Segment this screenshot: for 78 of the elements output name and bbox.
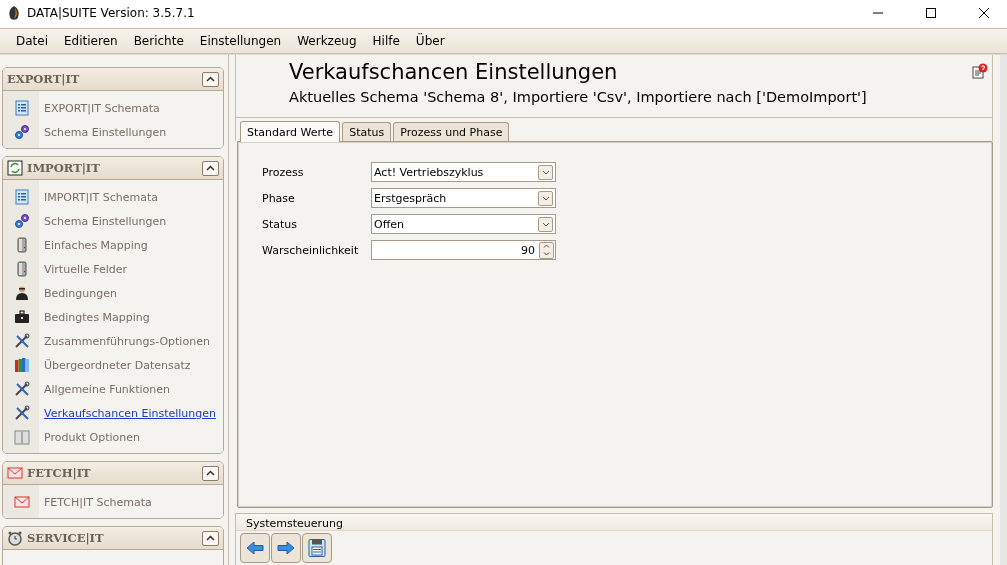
forward-button[interactable] xyxy=(271,533,301,563)
menu-item[interactable]: Über xyxy=(407,34,453,48)
sidebar-item[interactable]: EXPORT|IT Schemata xyxy=(44,101,160,115)
dropdown-field[interactable]: Erstgespräch xyxy=(371,188,556,208)
collapse-button[interactable] xyxy=(202,465,219,481)
box-icon xyxy=(14,429,30,445)
person-icon xyxy=(14,285,30,301)
server-icon xyxy=(14,237,30,253)
sidebar-item[interactable]: Virtuelle Felder xyxy=(44,262,128,276)
sync-icon xyxy=(7,160,23,176)
tools-icon xyxy=(14,333,30,349)
caret-icon xyxy=(541,169,550,175)
chevron-icon xyxy=(206,165,215,171)
caret-icon xyxy=(541,221,550,227)
sidebar-item[interactable]: Einfaches Mapping xyxy=(44,238,148,252)
collapse-button[interactable] xyxy=(202,160,219,176)
panel-title: Systemsteuerung xyxy=(236,514,992,531)
arrow-right-icon xyxy=(276,538,296,558)
chevron-icon xyxy=(206,535,215,541)
tools-icon xyxy=(14,405,30,421)
field-label: Phase xyxy=(262,191,296,205)
group-title: SERVICE|IT xyxy=(27,531,105,545)
dropdown-field[interactable]: Offen xyxy=(371,214,556,234)
menu-item[interactable]: Berichte xyxy=(125,34,192,48)
mail-icon xyxy=(7,465,23,481)
maximize-icon xyxy=(923,7,939,19)
chevron-icon xyxy=(206,470,215,476)
sidebar-item[interactable]: Schema Einstellungen xyxy=(44,214,167,228)
tab[interactable]: Status xyxy=(342,122,392,141)
scrollbar[interactable] xyxy=(1000,55,1007,565)
sidebar-item[interactable]: IMPORT|IT Schemata xyxy=(44,190,159,204)
menu-item[interactable]: Editieren xyxy=(56,34,126,48)
sidebar-item[interactable]: Zusammenführungs-Optionen xyxy=(44,334,210,348)
sidebar-item[interactable]: Übergeordneter Datensatz xyxy=(44,358,191,372)
collapse-button[interactable] xyxy=(202,530,219,546)
dropdown-field[interactable]: Act! Vertriebszyklus xyxy=(371,162,556,182)
gears-icon xyxy=(14,213,30,229)
field-label: Prozess xyxy=(262,165,305,179)
tab[interactable]: Standard Werte xyxy=(240,121,341,142)
tab[interactable]: Prozess und Phase xyxy=(393,122,510,141)
sidebar-item[interactable]: Verkaufschancen Einstellungen xyxy=(44,406,217,420)
list-icon xyxy=(14,100,30,116)
sidebar-item[interactable]: Produkt Optionen xyxy=(44,430,141,444)
menu-item[interactable]: Hilfe xyxy=(364,34,408,48)
collapse-button[interactable] xyxy=(202,71,219,87)
server-icon xyxy=(14,261,30,277)
arrow-left-icon xyxy=(245,538,265,558)
window-title: DATA|SUITE Version: 3.5.7.1 xyxy=(27,6,196,20)
gears-icon xyxy=(14,124,30,140)
briefcase-icon xyxy=(14,309,30,325)
app-logo-icon xyxy=(8,6,20,20)
group-title: EXPORT|IT xyxy=(7,72,81,86)
chevron-icon xyxy=(206,76,215,82)
clock-icon xyxy=(7,530,23,546)
save-button[interactable] xyxy=(302,533,332,563)
help-icon[interactable] xyxy=(972,63,988,79)
list-icon xyxy=(14,189,30,205)
mail-icon xyxy=(14,494,30,510)
menu-item[interactable]: Einstellungen xyxy=(191,34,290,48)
sidebar-item[interactable]: Bedingungen xyxy=(44,286,117,300)
sidebar-item[interactable]: Allgemeine Funktionen xyxy=(44,382,170,396)
group-title: IMPORT|IT xyxy=(27,161,101,175)
page-title: Verkaufschancen Einstellungen xyxy=(289,59,619,85)
books-icon xyxy=(14,357,30,373)
group-title: FETCH|IT xyxy=(27,466,92,480)
close-icon xyxy=(976,7,992,19)
number-field[interactable]: 90 xyxy=(371,240,556,260)
caret-icon xyxy=(541,195,550,201)
sidebar-item[interactable]: Schema Einstellungen xyxy=(44,125,167,139)
field-label: Status xyxy=(262,217,299,231)
menu-item[interactable]: Werkzeug xyxy=(289,34,365,48)
menu-item[interactable]: Datei xyxy=(8,34,56,48)
sidebar-item[interactable]: Bedingtes Mapping xyxy=(44,310,150,324)
tools-icon xyxy=(14,381,30,397)
back-button[interactable] xyxy=(240,533,270,563)
page-subtitle: Aktuelles Schema 'Schema 8', Importiere 'Csv', Importiere nach ['DemoImport'] xyxy=(289,89,868,105)
sidebar-item[interactable]: FETCH|IT Schemata xyxy=(44,495,152,509)
field-label: Warscheinlichkeit xyxy=(262,243,360,257)
